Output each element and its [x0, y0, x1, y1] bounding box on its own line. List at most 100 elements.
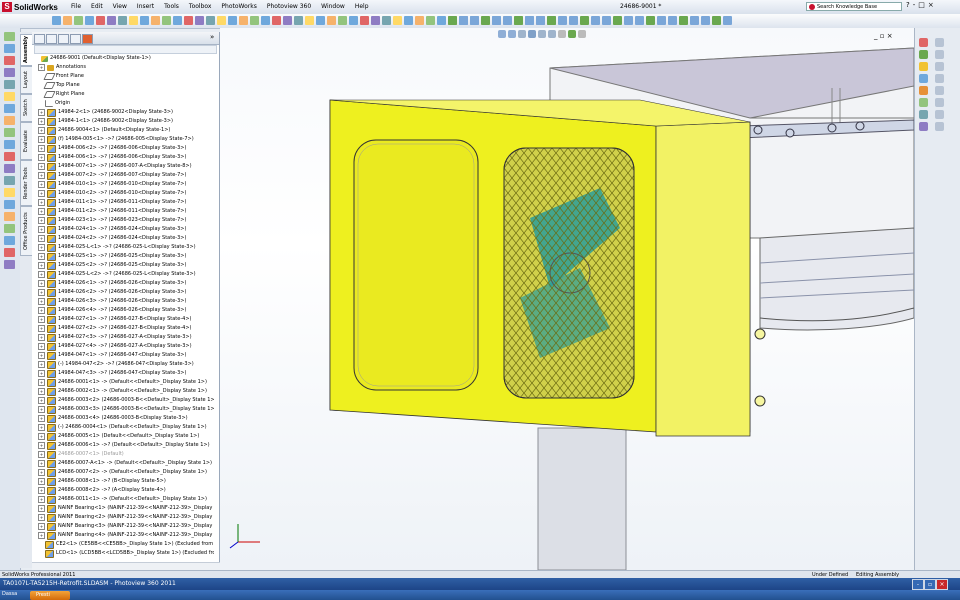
- expand-toggle-icon[interactable]: +: [38, 370, 45, 377]
- tree-item[interactable]: +24686-0003<2> (24686-0003-B<<Default>_D…: [38, 396, 214, 405]
- task-pane-icon[interactable]: [935, 74, 944, 83]
- toolbar-button-icon[interactable]: [250, 16, 259, 25]
- app-logo[interactable]: S SolidWorks: [2, 1, 58, 13]
- expand-toggle-icon[interactable]: +: [38, 136, 45, 143]
- tree-item[interactable]: +14984-024<1> ->? (24686-024<Display Sta…: [38, 225, 186, 234]
- taskbar-app-button[interactable]: Presti: [30, 591, 70, 600]
- toolbar-button-icon[interactable]: [371, 16, 380, 25]
- section-view-icon[interactable]: [528, 30, 536, 38]
- expand-toggle-icon[interactable]: +: [38, 325, 45, 332]
- toolbar-button-icon[interactable]: [63, 16, 72, 25]
- menu-photoview[interactable]: Photoview 360: [266, 2, 312, 11]
- expand-toggle-icon[interactable]: +: [38, 118, 45, 125]
- task-pane-icon[interactable]: [935, 38, 944, 47]
- dock-tool-icon[interactable]: [4, 212, 15, 221]
- zoom-area-icon[interactable]: [508, 30, 516, 38]
- tree-item[interactable]: +14984-010<1> ->? (24686-010<Display Sta…: [38, 180, 186, 189]
- previous-view-icon[interactable]: [518, 30, 526, 38]
- tree-item[interactable]: +14984-026<3> ->? (24686-026<Display Sta…: [38, 297, 186, 306]
- toolbar-button-icon[interactable]: [690, 16, 699, 25]
- toolbar-button-icon[interactable]: [569, 16, 578, 25]
- task-pane-icon[interactable]: [919, 86, 928, 95]
- toolbar-button-icon[interactable]: [613, 16, 622, 25]
- graphics-viewport[interactable]: _ ▫ ×: [220, 28, 914, 570]
- tree-item[interactable]: +24686-0008<1> ->? (B<Display State-5>): [38, 477, 166, 486]
- toolbar-button-icon[interactable]: [327, 16, 336, 25]
- toolbar-button-icon[interactable]: [668, 16, 677, 25]
- toolbar-button-icon[interactable]: [52, 16, 61, 25]
- expand-toggle-icon[interactable]: +: [38, 271, 45, 278]
- tree-item[interactable]: +14984-027<1> ->? (24686-027-B<Display S…: [38, 315, 191, 324]
- tree-item[interactable]: Origin: [38, 99, 70, 108]
- tree-item[interactable]: +14984-025-L<2> ->? (24686-025-L<Display…: [38, 270, 196, 279]
- expand-panel-icon[interactable]: »: [210, 33, 214, 41]
- toolbar-button-icon[interactable]: [261, 16, 270, 25]
- tree-item[interactable]: + NAINF Bearing<4> (NAINF-212-39<<NAINF-2…: [38, 531, 214, 540]
- tree-item[interactable]: +24686-0007<1> (Default): [38, 450, 124, 459]
- task-pane-icon[interactable]: [935, 50, 944, 59]
- expand-toggle-icon[interactable]: +: [38, 217, 45, 224]
- property-manager-tab-icon[interactable]: [46, 34, 57, 44]
- tree-item[interactable]: CE2<1> (CE5BB<<CE5BB>_Display State 1>) …: [38, 540, 214, 549]
- tree-item[interactable]: + NAINF Bearing<2> (NAINF-212-39<<NAINF-2…: [38, 513, 214, 522]
- expand-toggle-icon[interactable]: +: [38, 145, 45, 152]
- appearance-icon[interactable]: [568, 30, 576, 38]
- dock-tool-icon[interactable]: [4, 68, 15, 77]
- expand-toggle-icon[interactable]: +: [38, 469, 45, 476]
- expand-toggle-icon[interactable]: +: [38, 127, 45, 134]
- toolbar-button-icon[interactable]: [459, 16, 468, 25]
- toolbar-button-icon[interactable]: [173, 16, 182, 25]
- expand-toggle-icon[interactable]: +: [38, 154, 45, 161]
- close-button[interactable]: ×: [928, 1, 934, 9]
- expand-toggle-icon[interactable]: +: [38, 532, 45, 539]
- expand-toggle-icon[interactable]: +: [38, 190, 45, 197]
- expand-toggle-icon[interactable]: +: [38, 64, 45, 71]
- tree-item[interactable]: 24686-9001 (Default<Display State-1>): [34, 54, 151, 63]
- toolbar-button-icon[interactable]: [558, 16, 567, 25]
- menu-photoworks[interactable]: PhotoWorks: [220, 2, 257, 11]
- task-pane-icon[interactable]: [935, 98, 944, 107]
- expand-toggle-icon[interactable]: +: [38, 208, 45, 215]
- menu-window[interactable]: Window: [320, 2, 346, 11]
- toolbar-button-icon[interactable]: [360, 16, 369, 25]
- toolbar-button-icon[interactable]: [118, 16, 127, 25]
- menu-toolbox[interactable]: Toolbox: [188, 2, 213, 11]
- tree-item[interactable]: + Annotations: [38, 63, 86, 72]
- tree-item[interactable]: LCD<1> (LCD5BB<<LCD5BB>_Display State 1>…: [38, 549, 214, 558]
- expand-toggle-icon[interactable]: +: [38, 514, 45, 521]
- expand-toggle-icon[interactable]: +: [38, 280, 45, 287]
- dock-tool-icon[interactable]: [4, 224, 15, 233]
- expand-toggle-icon[interactable]: +: [38, 307, 45, 314]
- expand-toggle-icon[interactable]: +: [38, 226, 45, 233]
- toolbar-button-icon[interactable]: [151, 16, 160, 25]
- expand-toggle-icon[interactable]: +: [38, 442, 45, 449]
- toolbar-button-icon[interactable]: [239, 16, 248, 25]
- tree-item[interactable]: +14984-047<3> ->? (24686-047<Display Sta…: [38, 369, 186, 378]
- toolbar-button-icon[interactable]: [96, 16, 105, 25]
- expand-toggle-icon[interactable]: +: [38, 379, 45, 386]
- toolbar-button-icon[interactable]: [393, 16, 402, 25]
- expand-toggle-icon[interactable]: +: [38, 451, 45, 458]
- expand-toggle-icon[interactable]: +: [38, 496, 45, 503]
- toolbar-button-icon[interactable]: [657, 16, 666, 25]
- toolbar-button-icon[interactable]: [272, 16, 281, 25]
- expand-toggle-icon[interactable]: +: [38, 424, 45, 431]
- tree-item[interactable]: + (-) 24686-0004<1> (Default<<Default>_Di…: [38, 423, 207, 432]
- tree-item[interactable]: +14984-1<1> (24686-9002<Display State-3>…: [38, 117, 173, 126]
- toolbar-button-icon[interactable]: [723, 16, 732, 25]
- tree-item[interactable]: +24686-0001<1> -> (Default<<Default>_Dis…: [38, 378, 207, 387]
- menu-help[interactable]: Help: [354, 2, 370, 11]
- expand-toggle-icon[interactable]: +: [38, 433, 45, 440]
- toolbar-button-icon[interactable]: [74, 16, 83, 25]
- tree-item[interactable]: +14984-024<2> ->? (24686-024<Display Sta…: [38, 234, 186, 243]
- tree-item[interactable]: +24686-0008<2> ->? (A<Display State-4>): [38, 486, 166, 495]
- dock-tool-icon[interactable]: [4, 80, 15, 89]
- appearance-tab-icon[interactable]: [82, 34, 93, 44]
- tree-item[interactable]: +14984-025<2> ->? (24686-025<Display Sta…: [38, 261, 186, 270]
- toolbar-button-icon[interactable]: [316, 16, 325, 25]
- toolbar-button-icon[interactable]: [646, 16, 655, 25]
- task-pane-icon[interactable]: [935, 62, 944, 71]
- tree-item[interactable]: +14984-027<4> ->? (24686-027-A<Display S…: [38, 342, 192, 351]
- expand-toggle-icon[interactable]: +: [38, 523, 45, 530]
- toolbar-button-icon[interactable]: [448, 16, 457, 25]
